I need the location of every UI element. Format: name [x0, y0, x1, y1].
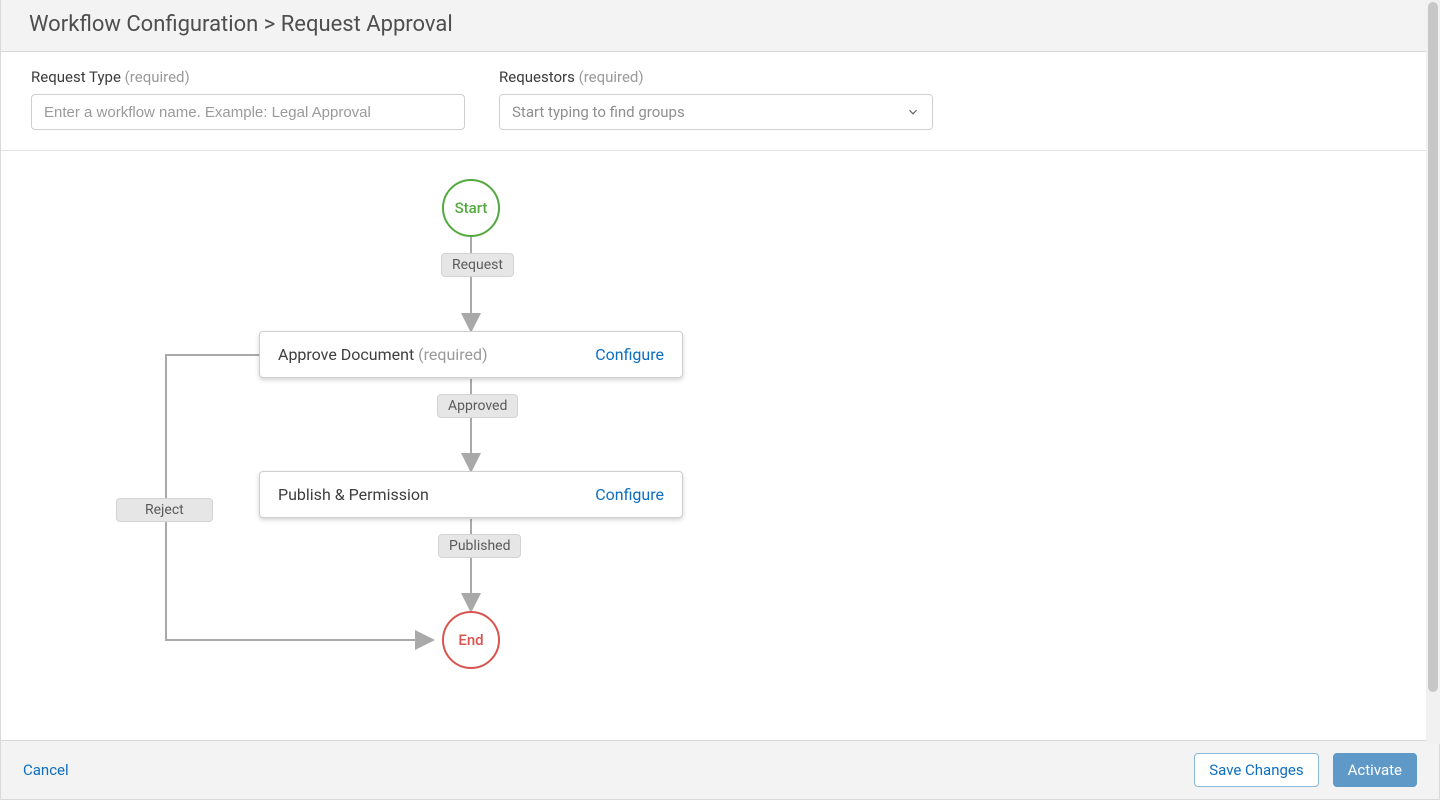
workflow-node-title-text: Approve Document: [278, 345, 414, 364]
save-changes-button[interactable]: Save Changes: [1194, 753, 1318, 787]
form-row: Request Type (required) Requestors (requ…: [1, 52, 1439, 151]
edge-label-approved: Approved: [437, 394, 518, 418]
requestors-label: Requestors (required): [499, 68, 933, 86]
cancel-button[interactable]: Cancel: [23, 761, 69, 779]
required-indicator: (required): [418, 345, 487, 364]
activate-button[interactable]: Activate: [1333, 753, 1417, 787]
request-type-field: Request Type (required): [31, 68, 465, 130]
request-type-label: Request Type (required): [31, 68, 465, 86]
workflow-node-title: Publish & Permission: [278, 485, 429, 504]
page-footer: Cancel Save Changes Activate: [1, 740, 1439, 799]
workflow-canvas-wrap: Start Request Approve Document (required…: [1, 151, 1439, 740]
breadcrumb-parent[interactable]: Workflow Configuration: [29, 12, 258, 37]
required-indicator: (required): [579, 68, 644, 86]
workflow-node-title: Approve Document (required): [278, 345, 488, 364]
request-type-label-text: Request Type: [31, 68, 121, 86]
workflow-end-node[interactable]: End: [442, 611, 500, 669]
request-type-input[interactable]: [31, 94, 465, 130]
requestors-select[interactable]: Start typing to find groups: [499, 94, 933, 130]
breadcrumb-sep: >: [258, 12, 280, 37]
workflow-node-title-text: Publish & Permission: [278, 485, 429, 504]
edge-label-request: Request: [441, 253, 514, 277]
workflow-end-label: End: [458, 631, 483, 649]
required-indicator: (required): [125, 68, 190, 86]
workflow-canvas: Start Request Approve Document (required…: [1, 151, 1439, 740]
requestors-label-text: Requestors: [499, 68, 575, 86]
chevron-down-icon: [906, 105, 920, 119]
workflow-node-approve[interactable]: Approve Document (required) Configure: [259, 331, 683, 378]
workflow-connectors: [1, 151, 1001, 740]
configure-link[interactable]: Configure: [595, 345, 664, 364]
breadcrumb-current: Request Approval: [281, 12, 453, 37]
workflow-start-node[interactable]: Start: [442, 179, 500, 237]
requestors-field: Requestors (required) Start typing to fi…: [499, 68, 933, 130]
workflow-node-publish[interactable]: Publish & Permission Configure: [259, 471, 683, 518]
scrollbar-thumb[interactable]: [1428, 2, 1438, 692]
page-header: Workflow Configuration > Request Approva…: [1, 0, 1439, 52]
edge-label-reject: Reject: [116, 498, 213, 522]
scrollbar-track[interactable]: [1426, 0, 1440, 744]
breadcrumb: Workflow Configuration > Request Approva…: [29, 12, 1411, 37]
requestors-placeholder: Start typing to find groups: [512, 103, 685, 121]
footer-button-group: Save Changes Activate: [1194, 753, 1417, 787]
configure-link[interactable]: Configure: [595, 485, 664, 504]
workflow-start-label: Start: [455, 199, 488, 217]
edge-label-published: Published: [438, 534, 521, 558]
